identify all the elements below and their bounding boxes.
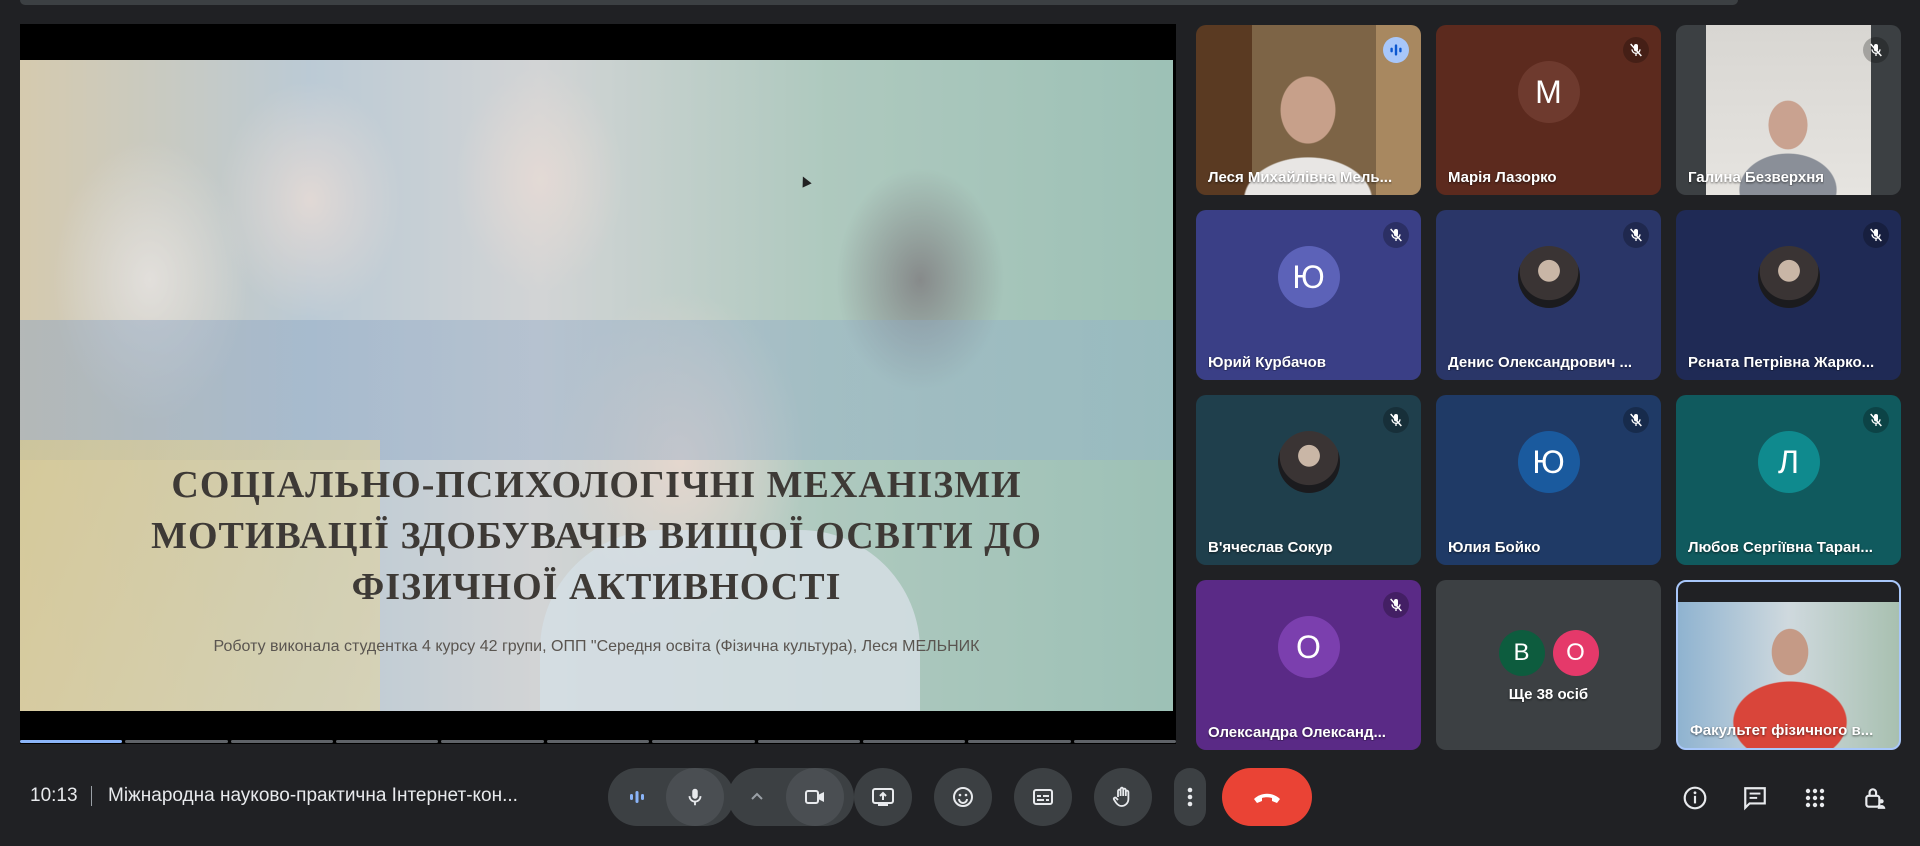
participant-avatar: Л bbox=[1757, 431, 1820, 493]
more-participants-avatars: ВО bbox=[1436, 630, 1661, 676]
slide-overlay bbox=[20, 60, 1173, 711]
top-scroll-bar bbox=[20, 0, 1738, 5]
slide-progress-segment bbox=[968, 740, 1071, 743]
lock-person-icon bbox=[1865, 788, 1886, 809]
meeting-clock: 10:13 bbox=[30, 785, 78, 806]
participant-name: Рєната Петрівна Жарко... bbox=[1688, 354, 1875, 371]
presentation-slide: СОЦІАЛЬНО-ПСИХОЛОГІЧНІ МЕХАНІЗМИ МОТИВАЦ… bbox=[20, 60, 1173, 711]
more-options-button[interactable] bbox=[1174, 768, 1206, 826]
host-controls-button[interactable] bbox=[1860, 783, 1890, 813]
mic-muted-icon bbox=[1383, 407, 1409, 433]
mic-muted-icon bbox=[1623, 37, 1649, 63]
meeting-controls-bar: 10:13 Міжнародна науково-практична Інтер… bbox=[0, 760, 1920, 846]
participant-name: Любов Сергіївна Таран... bbox=[1688, 539, 1873, 556]
participant-name: Денис Олександрович ... bbox=[1448, 354, 1633, 371]
reactions-button[interactable] bbox=[934, 768, 992, 826]
participant-name: Леся Михайлівна Мель... bbox=[1208, 169, 1393, 186]
activities-button[interactable] bbox=[1800, 783, 1830, 813]
participant-tile[interactable]: Факультет фізичного в... bbox=[1676, 580, 1901, 750]
participant-tile[interactable]: Ю Юрий Курбачов bbox=[1196, 210, 1421, 380]
participant-name: В'ячеслав Сокур bbox=[1208, 539, 1333, 556]
mic-muted-icon bbox=[1623, 407, 1649, 433]
slide-progress-segment bbox=[652, 740, 755, 743]
mic-muted-icon bbox=[1863, 222, 1889, 248]
microphone-icon bbox=[688, 788, 702, 806]
presentation-stage: СОЦІАЛЬНО-ПСИХОЛОГІЧНІ МЕХАНІЗМИ МОТИВАЦ… bbox=[20, 24, 1176, 744]
participant-avatar: О bbox=[1552, 630, 1599, 676]
participant-name: Юрий Курбачов bbox=[1208, 354, 1327, 371]
meeting-details-button[interactable] bbox=[1680, 783, 1710, 813]
mic-muted-icon bbox=[1383, 222, 1409, 248]
participant-tile[interactable]: М Марія Лазорко bbox=[1436, 25, 1661, 195]
slide-title-line: МОТИВАЦІЇ ЗДОБУВАЧІВ ВИЩОЇ ОСВІТИ ДО bbox=[151, 515, 1042, 557]
slide-progress-segment bbox=[336, 740, 439, 743]
apps-grid-icon bbox=[1805, 788, 1825, 808]
slide-progress-segment bbox=[1073, 740, 1176, 743]
captions-button[interactable] bbox=[1014, 768, 1072, 826]
emoji-icon bbox=[953, 787, 973, 807]
raise-hand-button[interactable] bbox=[1094, 768, 1152, 826]
participant-name: Олександра Олександ... bbox=[1208, 724, 1386, 741]
participant-photo bbox=[1277, 431, 1340, 493]
slide-progress-segment bbox=[20, 740, 123, 743]
slide-progress bbox=[20, 740, 1176, 744]
participant-avatar: В bbox=[1498, 630, 1545, 676]
participant-name: Марія Лазорко bbox=[1448, 169, 1557, 186]
slide-title-line: ФІЗИЧНОЇ АКТИВНОСТІ bbox=[351, 566, 842, 608]
mic-control-group bbox=[608, 768, 734, 826]
slide-progress-segment bbox=[546, 740, 650, 743]
participant-tile[interactable]: Л Любов Сергіївна Таран... bbox=[1676, 395, 1901, 565]
participant-avatar: О bbox=[1277, 616, 1340, 678]
audio-level-icon[interactable] bbox=[608, 768, 666, 826]
participant-name: Галина Безверхня bbox=[1688, 169, 1825, 186]
camera-control-group bbox=[728, 768, 854, 826]
present-screen-button[interactable] bbox=[854, 768, 912, 826]
participant-tile[interactable]: В'ячеслав Сокур bbox=[1196, 395, 1421, 565]
participant-tile[interactable]: Ю Юлия Бойко bbox=[1436, 395, 1661, 565]
hand-icon bbox=[1112, 786, 1130, 807]
participant-name: Факультет фізичного в... bbox=[1690, 722, 1874, 739]
participant-tile[interactable]: В О Ще 38 осіб bbox=[1436, 580, 1661, 750]
chevron-up-icon[interactable] bbox=[728, 768, 786, 826]
slide-progress-segment bbox=[862, 740, 966, 743]
slide-progress-segment bbox=[125, 740, 228, 743]
speaking-indicator-icon bbox=[1383, 37, 1409, 63]
meeting-title[interactable]: Міжнародна науково-практична Інтернет-ко… bbox=[108, 785, 518, 807]
camera-icon bbox=[805, 790, 824, 804]
slide-subtitle: Роботу виконала студентка 4 курсу 42 гру… bbox=[213, 638, 980, 655]
participant-avatar: Ю bbox=[1277, 246, 1340, 308]
more-participants-label: Ще 38 осіб bbox=[1508, 686, 1589, 703]
participant-tile[interactable]: Леся Михайлівна Мель... bbox=[1196, 25, 1421, 195]
leave-call-button[interactable] bbox=[1222, 768, 1312, 826]
mic-muted-icon bbox=[1383, 592, 1409, 618]
slide-progress-segment bbox=[230, 740, 334, 743]
end-call-icon bbox=[1254, 793, 1280, 803]
chat-button[interactable] bbox=[1740, 783, 1770, 813]
participant-avatar: М bbox=[1517, 61, 1580, 123]
participant-name: Юлия Бойко bbox=[1448, 539, 1541, 556]
info-icon bbox=[1683, 786, 1707, 810]
more-vert-icon bbox=[1187, 787, 1193, 807]
participant-photo bbox=[1517, 246, 1580, 308]
mic-muted-icon bbox=[1863, 407, 1889, 433]
slide-title: СОЦІАЛЬНО-ПСИХОЛОГІЧНІ МЕХАНІЗМИ МОТИВАЦ… bbox=[80, 460, 1113, 613]
chat-icon bbox=[1744, 787, 1766, 811]
captions-icon bbox=[1033, 789, 1053, 805]
present-screen-icon bbox=[872, 788, 894, 806]
participant-avatar: Ю bbox=[1517, 431, 1580, 493]
slide-progress-segment bbox=[441, 740, 544, 743]
microphone-button[interactable] bbox=[666, 768, 724, 826]
divider bbox=[91, 786, 92, 806]
mic-muted-icon bbox=[1863, 37, 1889, 63]
participant-tile[interactable]: Денис Олександрович ... bbox=[1436, 210, 1661, 380]
participant-tile[interactable]: Рєната Петрівна Жарко... bbox=[1676, 210, 1901, 380]
participant-photo bbox=[1757, 246, 1820, 308]
camera-button[interactable] bbox=[786, 768, 844, 826]
slide-progress-segment bbox=[757, 740, 860, 743]
slide-title-line: СОЦІАЛЬНО-ПСИХОЛОГІЧНІ МЕХАНІЗМИ bbox=[171, 464, 1022, 506]
mic-muted-icon bbox=[1623, 222, 1649, 248]
participant-tile[interactable]: Галина Безверхня bbox=[1676, 25, 1901, 195]
participant-tile[interactable]: О Олександра Олександ... bbox=[1196, 580, 1421, 750]
